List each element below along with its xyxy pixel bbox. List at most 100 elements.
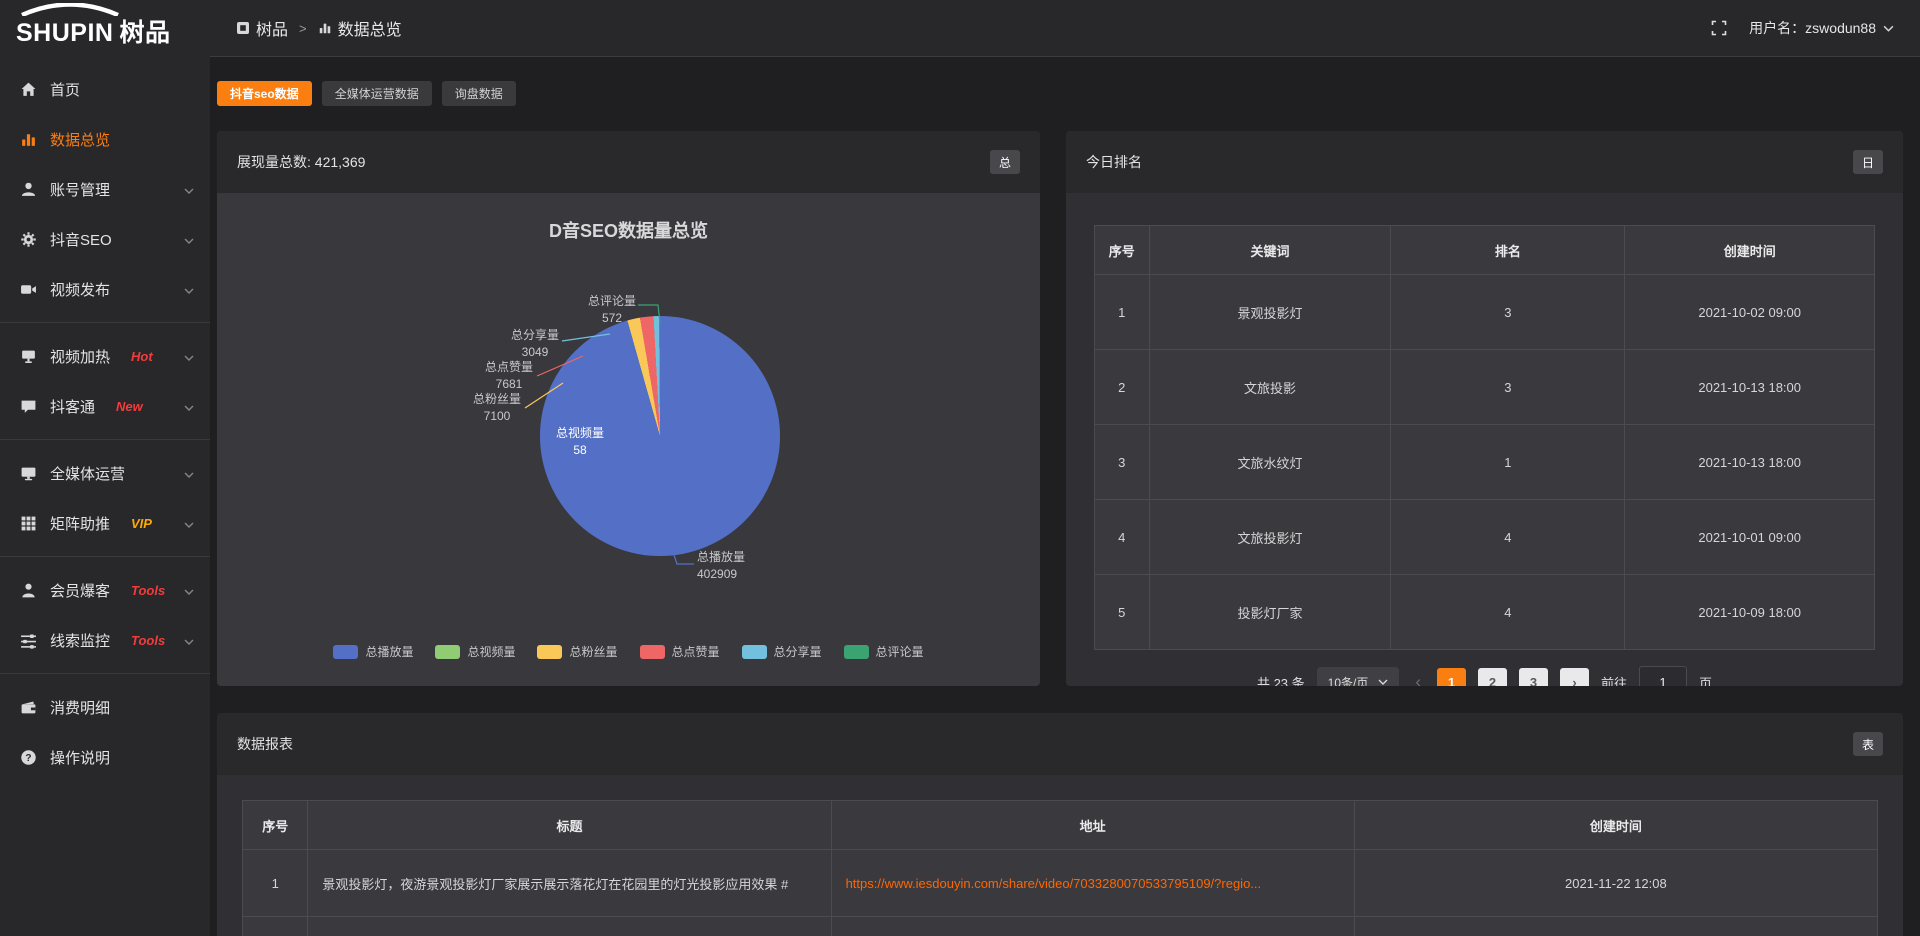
bar-chart-icon — [20, 131, 37, 148]
breadcrumb-current-label: 数据总览 — [338, 16, 402, 40]
cell: 1 — [243, 850, 308, 917]
app-square-icon — [236, 21, 250, 35]
column-header: 创建时间 — [1625, 226, 1875, 275]
sidebar-item-video[interactable]: 视频发布 — [0, 264, 210, 314]
legend-label: 总点赞量 — [672, 643, 720, 660]
cell-time: 2021-11-22 12:08 — [1354, 850, 1877, 917]
sidebar-item-wallet[interactable]: 消费明细 — [0, 682, 210, 732]
chevron-down-icon — [184, 515, 194, 532]
sidebar-item-question[interactable]: ?操作说明 — [0, 732, 210, 782]
grid-icon — [20, 515, 37, 532]
chevron-down-icon — [1378, 679, 1388, 685]
ranking-body: 序号关键词排名创建时间1景观投影灯32021-10-02 09:002文旅投影3… — [1066, 193, 1903, 686]
pie-label-name: 总播放量 — [697, 549, 745, 566]
page-unit-label: 页 — [1699, 673, 1712, 687]
sidebar-item-label: 视频加热 — [50, 346, 110, 367]
sidebar-item-monitor[interactable]: 全媒体运营 — [0, 448, 210, 498]
legend-item[interactable]: 总粉丝量 — [537, 643, 617, 660]
column-header: 地址 — [831, 801, 1354, 850]
table-row: 1景观投影灯，夜游景观投影灯厂家展示展示落花灯在花园里的灯光投影应用效果 # ht… — [243, 850, 1878, 917]
user-menu[interactable]: 用户名：zswodun88 — [1749, 18, 1894, 38]
pagination: 共 23 条 10条/页 ‹ 123 › 前往 页 — [1094, 666, 1875, 686]
legend-item[interactable]: 总评论量 — [844, 643, 924, 660]
sidebar-item-label: 抖客通 — [50, 396, 95, 417]
legend-item[interactable]: 总播放量 — [333, 643, 413, 660]
column-header: 序号 — [243, 801, 308, 850]
tab-media-operation-data[interactable]: 全媒体运营数据 — [322, 81, 432, 106]
page-button-1[interactable]: 1 — [1437, 668, 1466, 687]
breadcrumb-root[interactable]: 树品 — [236, 16, 288, 40]
cell-url: https://www.iesdouyin.com/share/video/70… — [831, 850, 1354, 917]
heat-icon — [20, 348, 37, 365]
prev-page-button[interactable]: ‹ — [1411, 672, 1425, 686]
sidebar-item-badge: Tools — [131, 583, 165, 598]
cell: 4 — [1391, 575, 1625, 650]
chart-title: D音SEO数据量总览 — [217, 193, 1040, 243]
ranking-badge-button[interactable]: 日 — [1853, 150, 1883, 174]
report-body: 序号标题地址创建时间1景观投影灯，夜游景观投影灯厂家展示展示落花灯在花园里的灯光… — [217, 775, 1903, 936]
report-link[interactable]: https://www.iesdouyin.com/share/video/70… — [846, 876, 1262, 891]
table-row: 2文旅投影32021-10-13 18:00 — [1095, 350, 1875, 425]
pagination-total: 共 23 条 — [1257, 673, 1305, 687]
sidebar-item-badge: VIP — [131, 516, 152, 531]
legend-item[interactable]: 总分享量 — [742, 643, 822, 660]
overview-panel-header: 展现量总数: 421,369 总 — [217, 131, 1040, 193]
page-button-3[interactable]: 3 — [1519, 668, 1548, 687]
tab-inquiry-data[interactable]: 询盘数据 — [442, 81, 516, 106]
breadcrumb-current[interactable]: 数据总览 — [318, 16, 402, 40]
home-icon — [20, 81, 37, 98]
cell: 2021-10-01 09:00 — [1625, 500, 1875, 575]
page-button-2[interactable]: 2 — [1478, 668, 1507, 687]
sidebar-item-heat[interactable]: 视频加热Hot — [0, 331, 210, 381]
sidebar-item-home[interactable]: 首页 — [0, 64, 210, 114]
legend-label: 总视频量 — [467, 643, 515, 660]
breadcrumb: 树品 > 数据总览 — [210, 16, 402, 40]
goto-label: 前往 — [1601, 673, 1627, 687]
legend-item[interactable]: 总点赞量 — [640, 643, 720, 660]
pie-label-value: 58 — [556, 442, 604, 459]
sidebar-item-gear[interactable]: 抖音SEO — [0, 214, 210, 264]
cell: 3 — [1391, 350, 1625, 425]
panels-row: 展现量总数: 421,369 总 D音SEO数据量总览 总播放量总视频量总粉丝量… — [217, 131, 1903, 686]
report-badge-button[interactable]: 表 — [1853, 732, 1883, 756]
sidebar-item-bar-chart[interactable]: 数据总览 — [0, 114, 210, 164]
gear-icon — [20, 231, 37, 248]
sidebar-item-sliders[interactable]: 线索监控Tools — [0, 615, 210, 665]
next-page-button[interactable]: › — [1560, 668, 1589, 687]
main-content: 抖音seo数据全媒体运营数据询盘数据 展现量总数: 421,369 总 D音SE… — [210, 56, 1920, 936]
legend-swatch — [844, 645, 869, 659]
sidebar: 首页数据总览账号管理抖音SEO视频发布视频加热Hot抖客通New 全媒体运营矩阵助… — [0, 56, 210, 936]
user-label: 用户名：zswodun88 — [1749, 18, 1876, 38]
legend-swatch — [537, 645, 562, 659]
sidebar-item-user[interactable]: 账号管理 — [0, 164, 210, 214]
chart-legend: 总播放量 总视频量 总粉丝量 总点赞量 总分享量 总评论量 — [217, 643, 1040, 660]
top-header: SHUPIN 树品 树品 > 数据总览 用户名：zswodun88 — [0, 0, 1920, 56]
legend-label: 总分享量 — [774, 643, 822, 660]
sidebar-item-label: 账号管理 — [50, 179, 110, 200]
user-icon — [20, 181, 37, 198]
legend-swatch — [333, 645, 358, 659]
wallet-icon — [20, 699, 37, 716]
cell: 文旅投影灯 — [1149, 500, 1391, 575]
member-icon — [20, 582, 37, 599]
cell: 1 — [1095, 275, 1150, 350]
legend-item[interactable]: 总视频量 — [435, 643, 515, 660]
sidebar-item-label: 操作说明 — [50, 747, 110, 768]
sidebar-item-member[interactable]: 会员爆客Tools — [0, 565, 210, 615]
goto-page-input[interactable] — [1639, 666, 1687, 686]
cell: 2021-10-09 18:00 — [1625, 575, 1875, 650]
tab-douyin-seo-data[interactable]: 抖音seo数据 — [217, 81, 312, 106]
cell-title: 景观投影灯，夜游景观投影灯厂家展示展示落花灯在花园里的灯光投影应用效果 # — [308, 850, 831, 917]
sidebar-item-chat[interactable]: 抖客通New — [0, 381, 210, 431]
cell: 投影灯厂家 — [1149, 575, 1391, 650]
sidebar-item-grid[interactable]: 矩阵助推VIP — [0, 498, 210, 548]
ranking-title: 今日排名 — [1086, 152, 1142, 172]
column-header: 创建时间 — [1354, 801, 1877, 850]
sidebar-item-label: 首页 — [50, 79, 80, 100]
overview-badge-button[interactable]: 总 — [990, 150, 1020, 174]
page-size-select[interactable]: 10条/页 — [1317, 667, 1400, 686]
ranking-panel: 今日排名 日 序号关键词排名创建时间1景观投影灯32021-10-02 09:0… — [1066, 131, 1903, 686]
logo-en: SHUPIN — [16, 19, 113, 47]
cell: 2021-10-13 18:00 — [1625, 350, 1875, 425]
fullscreen-icon[interactable] — [1711, 20, 1727, 36]
